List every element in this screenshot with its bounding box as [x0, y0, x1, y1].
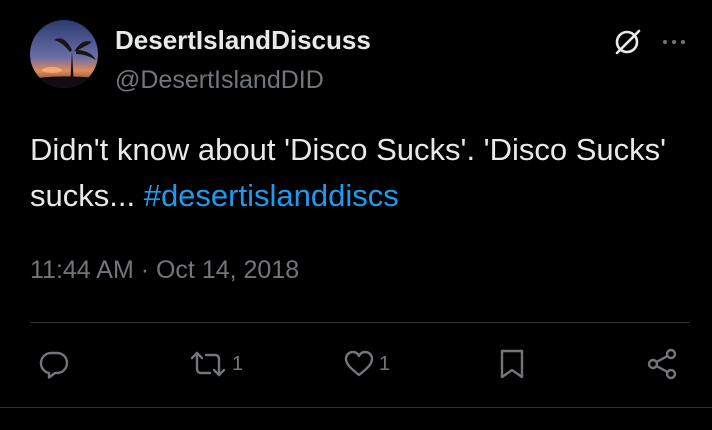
reply-icon [39, 351, 69, 379]
retweet-count: 1 [232, 352, 244, 375]
like-icon [344, 350, 374, 377]
like-count: 1 [379, 352, 391, 375]
reply-button[interactable] [38, 348, 70, 380]
bottom-divider [0, 407, 712, 408]
bookmark-icon [500, 349, 524, 379]
tweet-text: Didn't know about 'Disco Sucks'. 'Disco … [30, 127, 680, 219]
more-icon[interactable] [660, 30, 688, 54]
hashtag-link[interactable]: #desertislanddiscs [144, 178, 399, 213]
author-display-name[interactable]: DesertIslandDiscuss [115, 24, 371, 56]
grok-icon[interactable] [612, 27, 642, 57]
author-handle[interactable]: @DesertIslandDID [115, 64, 324, 96]
like-button[interactable]: 1 [343, 348, 390, 380]
share-button[interactable] [646, 348, 678, 380]
bookmark-button[interactable] [496, 348, 528, 380]
retweet-icon [190, 351, 226, 377]
divider [30, 322, 690, 323]
tweet-timestamp[interactable]: 11:44 AM · Oct 14, 2018 [30, 253, 299, 287]
avatar-image [30, 20, 98, 88]
share-icon [647, 348, 677, 380]
avatar[interactable] [30, 20, 98, 88]
retweet-button[interactable]: 1 [188, 348, 243, 380]
